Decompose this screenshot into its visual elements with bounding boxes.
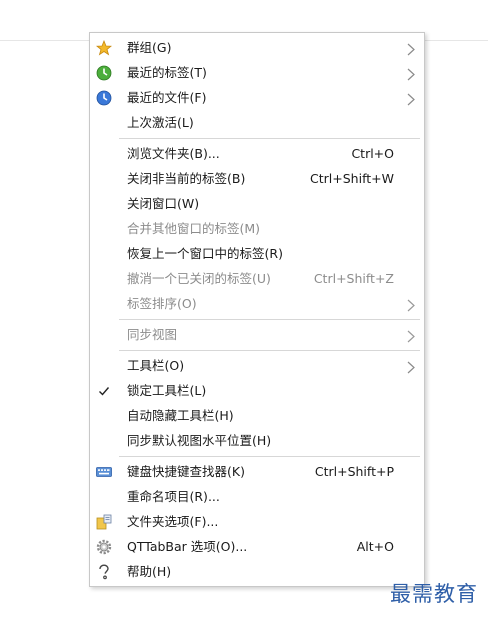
menu-item-close-other-tabs[interactable]: 关闭非当前的标签(B) Ctrl+Shift+W — [90, 166, 424, 191]
menu-item-undo-closed-tab: 撤消一个已关闭的标签(U) Ctrl+Shift+Z — [90, 266, 424, 291]
menu-item-label: 合并其他窗口的标签(M) — [127, 221, 261, 236]
menu-item-recent-tabs[interactable]: 最近的标签(T) — [90, 60, 424, 85]
menu-item-recent-files[interactable]: 最近的文件(F) — [90, 85, 424, 110]
chevron-right-icon — [406, 41, 416, 56]
menu-item-label: 帮助(H) — [127, 564, 172, 579]
menu-item-shortcut: Ctrl+Shift+Z — [313, 271, 394, 286]
menu-item-last-activated[interactable]: 上次激活(L) — [90, 110, 424, 135]
menu-item-label: 键盘快捷键查找器(K) — [127, 464, 245, 479]
menu-item-auto-hide-toolbars[interactable]: 自动隐藏工具栏(H) — [90, 403, 424, 428]
menu-item-label: 同步视图 — [127, 327, 178, 342]
menu-item-sync-view: 同步视图 — [90, 322, 424, 347]
watermark-text: 最需教育 — [390, 582, 478, 606]
menu-item-sync-horizontal-position[interactable]: 同步默认视图水平位置(H) — [90, 428, 424, 453]
keyboard-icon — [95, 463, 112, 480]
menu-item-label: 自动隐藏工具栏(H) — [127, 408, 234, 423]
menu-item-label: 工具栏(O) — [127, 358, 185, 373]
chevron-right-icon — [406, 66, 416, 81]
menu-item-label: 最近的文件(F) — [127, 90, 207, 105]
menu-item-label: 文件夹选项(F)... — [127, 514, 219, 529]
menu-item-help[interactable]: 帮助(H) — [90, 559, 424, 584]
menu-item-label: 关闭非当前的标签(B) — [127, 171, 246, 186]
menu-item-shortcut: Alt+O — [356, 539, 394, 554]
settings-gear-icon — [95, 538, 112, 555]
menu-item-label: 重命名项目(R)... — [127, 489, 220, 504]
menu-item-label: QTTabBar 选项(O)... — [127, 539, 248, 554]
menu-separator — [119, 350, 420, 351]
menu-item-browse-folder[interactable]: 浏览文件夹(B)... Ctrl+O — [90, 141, 424, 166]
menu-item-shortcut: Ctrl+O — [351, 146, 394, 161]
menu-item-folder-options[interactable]: 文件夹选项(F)... — [90, 509, 424, 534]
chevron-right-icon — [406, 359, 416, 374]
menu-item-label: 关闭窗口(W) — [127, 196, 200, 211]
menu-item-label: 群组(G) — [127, 40, 172, 55]
menu-item-shortcut: Ctrl+Shift+W — [310, 171, 394, 186]
chevron-right-icon — [406, 297, 416, 312]
menu-item-label: 浏览文件夹(B)... — [127, 146, 220, 161]
menu-item-label: 上次激活(L) — [127, 115, 194, 130]
menu-item-restore-last-window-tabs[interactable]: 恢复上一个窗口中的标签(R) — [90, 241, 424, 266]
menu-item-label: 标签排序(O) — [127, 296, 197, 311]
chevron-right-icon — [406, 328, 416, 343]
menu-item-label: 恢复上一个窗口中的标签(R) — [127, 246, 283, 261]
menu-item-rename[interactable]: 重命名项目(R)... — [90, 484, 424, 509]
menu-item-shortcut-finder[interactable]: 键盘快捷键查找器(K) Ctrl+Shift+P — [90, 459, 424, 484]
menu-item-qttabbar-options[interactable]: QTTabBar 选项(O)... Alt+O — [90, 534, 424, 559]
context-menu: 群组(G) 最近的标签(T) 最近的文件(F) 上次激活(L) 浏览文件夹(B)… — [89, 32, 425, 587]
menu-item-label: 同步默认视图水平位置(H) — [127, 433, 272, 448]
menu-item-lock-toolbars[interactable]: 锁定工具栏(L) — [90, 378, 424, 403]
folder-options-icon — [95, 513, 112, 530]
menu-separator — [119, 319, 420, 320]
menu-item-merge-windows: 合并其他窗口的标签(M) — [90, 216, 424, 241]
menu-item-label: 最近的标签(T) — [127, 65, 207, 80]
checkmark-icon — [95, 382, 112, 399]
menu-separator — [119, 456, 420, 457]
menu-separator — [119, 138, 420, 139]
menu-item-groups[interactable]: 群组(G) — [90, 35, 424, 60]
recent-files-icon — [95, 89, 112, 106]
help-icon — [95, 563, 112, 580]
star-icon — [95, 39, 112, 56]
menu-item-shortcut: Ctrl+Shift+P — [314, 464, 394, 479]
menu-item-sort-tabs: 标签排序(O) — [90, 291, 424, 316]
menu-item-toolbars[interactable]: 工具栏(O) — [90, 353, 424, 378]
chevron-right-icon — [406, 91, 416, 106]
menu-item-label: 锁定工具栏(L) — [127, 383, 207, 398]
recent-tabs-icon — [95, 64, 112, 81]
menu-item-label: 撤消一个已关闭的标签(U) — [127, 271, 271, 286]
menu-item-close-window[interactable]: 关闭窗口(W) — [90, 191, 424, 216]
